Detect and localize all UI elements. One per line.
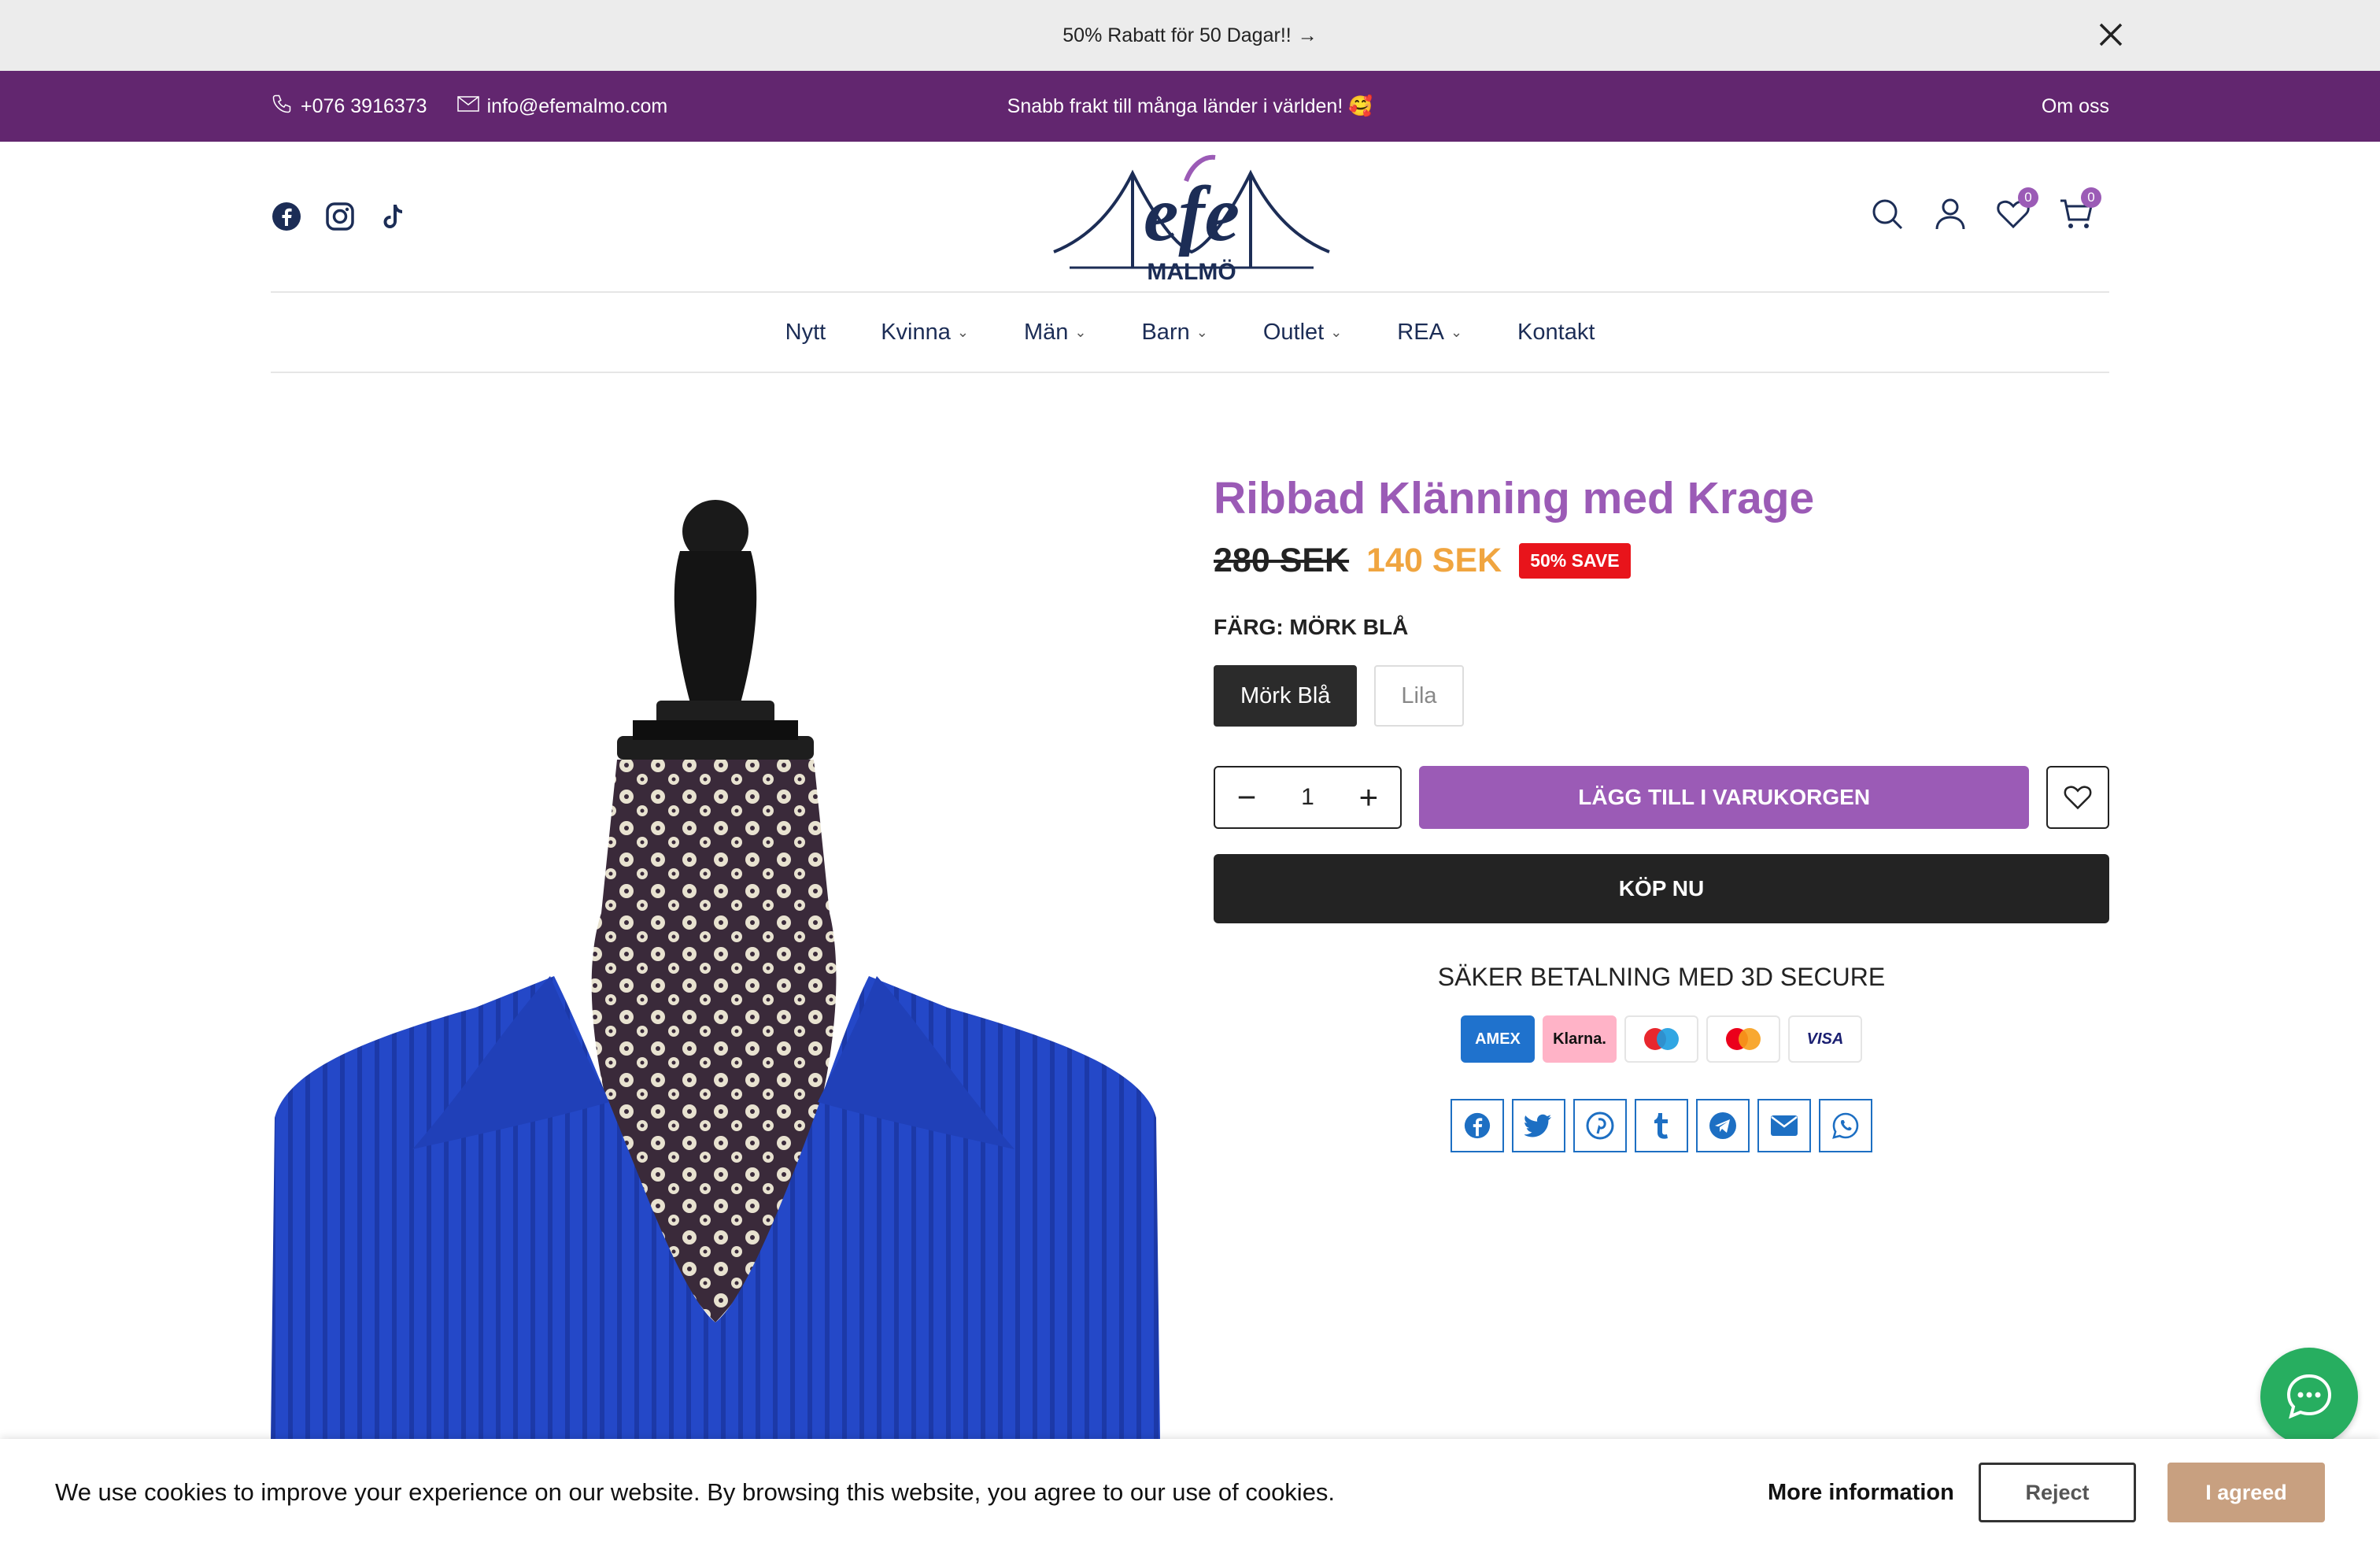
product-title: Ribbad Klänning med Krage bbox=[1214, 473, 1815, 523]
nav-label: Män bbox=[1023, 319, 1069, 345]
cart-button[interactable]: 0 bbox=[2059, 187, 2101, 231]
facebook-icon[interactable] bbox=[271, 201, 302, 232]
more-information-link[interactable]: More information bbox=[1768, 1439, 1954, 1546]
cart-count-badge: 0 bbox=[2081, 187, 2101, 208]
add-to-cart-button[interactable]: LÄGG TILL I VARUKORGEN bbox=[1418, 766, 2030, 829]
nav-item-man[interactable]: Män ⌄ bbox=[1024, 320, 1087, 346]
color-option-lila[interactable]: Lila bbox=[1374, 665, 1464, 727]
chevron-down-icon: ⌄ bbox=[1074, 324, 1087, 340]
header-icons: 0 0 bbox=[1870, 187, 2101, 231]
nav-label: Nytt bbox=[785, 319, 826, 345]
heart-icon bbox=[2064, 786, 2092, 810]
chevron-down-icon: ⌄ bbox=[1450, 324, 1463, 340]
email-share-icon[interactable] bbox=[1757, 1099, 1811, 1152]
user-icon[interactable] bbox=[1933, 197, 1968, 231]
payment-methods: AMEX Klarna. VISA bbox=[1214, 1015, 2109, 1063]
quantity-value[interactable]: 1 bbox=[1301, 784, 1314, 811]
instagram-icon[interactable] bbox=[324, 201, 356, 232]
logo-text: efe bbox=[1144, 170, 1240, 257]
nav-item-kontakt[interactable]: Kontakt bbox=[1517, 320, 1595, 346]
add-to-cart-row: − 1 + LÄGG TILL I VARUKORGEN bbox=[1214, 766, 2109, 829]
tiktok-icon[interactable] bbox=[378, 201, 409, 232]
cookie-text: We use cookies to improve your experienc… bbox=[55, 1478, 1336, 1506]
telegram-share-icon[interactable] bbox=[1696, 1099, 1750, 1152]
save-badge: 50% SAVE bbox=[1519, 543, 1631, 579]
nav-item-outlet[interactable]: Outlet ⌄ bbox=[1263, 320, 1342, 346]
logo-subtitle: MALMÖ bbox=[1147, 259, 1236, 283]
chat-button[interactable] bbox=[2260, 1348, 2358, 1445]
facebook-share-icon[interactable] bbox=[1451, 1099, 1504, 1152]
product-image[interactable] bbox=[271, 472, 1160, 1441]
chevron-down-icon: ⌄ bbox=[1196, 324, 1208, 340]
buy-now-button[interactable]: KÖP NU bbox=[1214, 854, 2109, 923]
social-links bbox=[271, 201, 409, 232]
site-logo[interactable]: efe MALMÖ bbox=[1046, 150, 1337, 285]
announcement-text[interactable]: 50% Rabatt för 50 Dagar!! bbox=[1062, 24, 1291, 47]
sale-price: 140 SEK bbox=[1366, 542, 1502, 579]
price-row: 280 SEK 140 SEK 50% SAVE bbox=[1214, 542, 2109, 580]
color-options: Mörk Blå Lila bbox=[1214, 665, 2109, 727]
cookie-banner: We use cookies to improve your experienc… bbox=[0, 1439, 2380, 1546]
secure-payment-text: SÄKER BETALNING MED 3D SECURE bbox=[1437, 963, 1886, 991]
nav-item-kvinna[interactable]: Kvinna ⌄ bbox=[881, 320, 969, 346]
chat-icon bbox=[2286, 1374, 2332, 1419]
mastercard-icon bbox=[1706, 1015, 1780, 1063]
nav-label: REA bbox=[1397, 319, 1444, 345]
nav-label: Barn bbox=[1141, 319, 1190, 345]
quantity-stepper: − 1 + bbox=[1214, 766, 1402, 829]
nav-item-barn[interactable]: Barn ⌄ bbox=[1141, 320, 1207, 346]
search-icon[interactable] bbox=[1870, 197, 1905, 231]
arrow-right-icon: → bbox=[1297, 24, 1318, 46]
nav-item-rea[interactable]: REA ⌄ bbox=[1397, 320, 1462, 346]
twitter-share-icon[interactable] bbox=[1512, 1099, 1565, 1152]
nav-item-nytt[interactable]: Nytt bbox=[785, 320, 826, 346]
nav-label: Outlet bbox=[1262, 319, 1325, 345]
share-buttons bbox=[1214, 1099, 2109, 1152]
product-info: Ribbad Klänning med Krage 280 SEK 140 SE… bbox=[1214, 472, 2109, 1152]
site-header: efe MALMÖ 0 0 bbox=[271, 142, 2109, 293]
color-label: FÄRG: MÖRK BLÅ bbox=[1214, 615, 1409, 639]
maestro-icon bbox=[1624, 1015, 1698, 1063]
announcement-bar[interactable]: 50% Rabatt för 50 Dagar!! → bbox=[0, 0, 2380, 71]
add-to-wishlist-button[interactable] bbox=[2046, 766, 2109, 829]
nav-label: Kvinna bbox=[881, 319, 951, 345]
chevron-down-icon: ⌄ bbox=[956, 324, 969, 340]
nav-label: Kontakt bbox=[1517, 319, 1595, 345]
whatsapp-share-icon[interactable] bbox=[1819, 1099, 1872, 1152]
wishlist-count-badge: 0 bbox=[2018, 187, 2038, 208]
old-price: 280 SEK bbox=[1214, 542, 1350, 579]
agree-button[interactable]: I agreed bbox=[2168, 1463, 2325, 1522]
chevron-down-icon: ⌄ bbox=[1330, 324, 1343, 340]
about-link[interactable]: Om oss bbox=[2042, 95, 2109, 118]
shipping-message: Snabb frakt till många länder i världen!… bbox=[1007, 94, 1373, 117]
pinterest-share-icon[interactable] bbox=[1573, 1099, 1627, 1152]
tumblr-share-icon[interactable] bbox=[1635, 1099, 1688, 1152]
main-nav: Nytt Kvinna ⌄ Män ⌄ Barn ⌄ Outlet ⌄ REA ⌄ Kon… bbox=[271, 293, 2109, 373]
visa-icon: VISA bbox=[1788, 1015, 1862, 1063]
wishlist-button[interactable]: 0 bbox=[1996, 187, 2038, 231]
amex-icon: AMEX bbox=[1461, 1015, 1535, 1063]
plus-icon[interactable]: + bbox=[1354, 779, 1383, 816]
reject-button[interactable]: Reject bbox=[1979, 1463, 2136, 1522]
close-icon[interactable] bbox=[2092, 16, 2130, 54]
minus-icon[interactable]: − bbox=[1232, 779, 1261, 816]
top-bar: +076 3916373 info@efemalmo.com Snabb fra… bbox=[0, 71, 2380, 142]
klarna-icon: Klarna. bbox=[1543, 1015, 1617, 1063]
color-option-mork-bla[interactable]: Mörk Blå bbox=[1214, 665, 1358, 727]
